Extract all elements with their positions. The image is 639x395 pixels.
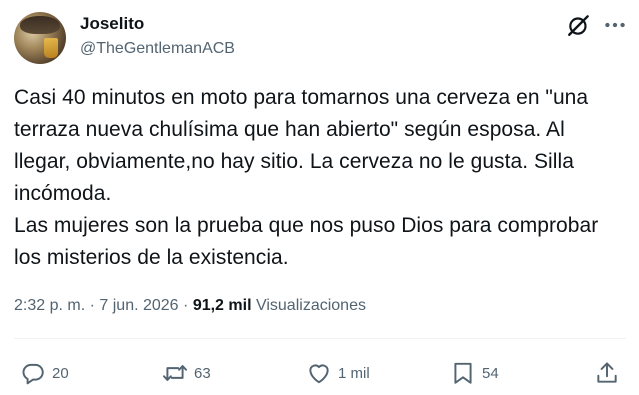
author-name[interactable]: Joselito xyxy=(80,14,144,34)
views-count[interactable]: 91,2 mil xyxy=(193,297,252,314)
tweet-time[interactable]: 2:32 p. m. xyxy=(14,297,85,314)
tweet-date[interactable]: 7 jun. 2026 xyxy=(99,297,178,314)
like-button[interactable]: 1 mil xyxy=(306,359,370,387)
avatar-glass-shape xyxy=(44,38,58,58)
bookmark-button[interactable]: 54 xyxy=(450,359,499,387)
reply-button[interactable]: 20 xyxy=(20,359,69,387)
bookmark-count: 54 xyxy=(482,364,499,382)
reply-icon xyxy=(22,363,44,385)
retweet-button[interactable]: 63 xyxy=(162,359,211,387)
views-label[interactable]: Visualizaciones xyxy=(256,297,366,314)
more-icon[interactable] xyxy=(602,12,628,38)
author-handle[interactable]: @TheGentlemanACB xyxy=(80,39,235,59)
tweet-card: Joselito @TheGentlemanACB Casi 40 minuto… xyxy=(0,0,639,395)
share-button[interactable] xyxy=(594,359,620,387)
avatar[interactable] xyxy=(14,12,66,64)
grok-icon[interactable] xyxy=(566,12,592,38)
retweet-icon xyxy=(162,365,188,381)
reply-count: 20 xyxy=(52,364,69,382)
meta-separator: · xyxy=(183,297,189,314)
share-icon xyxy=(597,362,617,383)
tweet-meta: 2:32 p. m. · 7 jun. 2026 · 91,2 mil Visu… xyxy=(14,295,366,317)
tweet-text: Casi 40 minutos en moto para tomarnos un… xyxy=(14,86,599,269)
like-count: 1 mil xyxy=(338,364,370,382)
divider xyxy=(14,338,626,339)
retweet-count: 63 xyxy=(194,364,211,382)
avatar-hat-shape xyxy=(20,16,60,34)
meta-separator: · xyxy=(89,297,95,314)
like-icon xyxy=(309,364,329,384)
bookmark-icon xyxy=(454,362,472,384)
